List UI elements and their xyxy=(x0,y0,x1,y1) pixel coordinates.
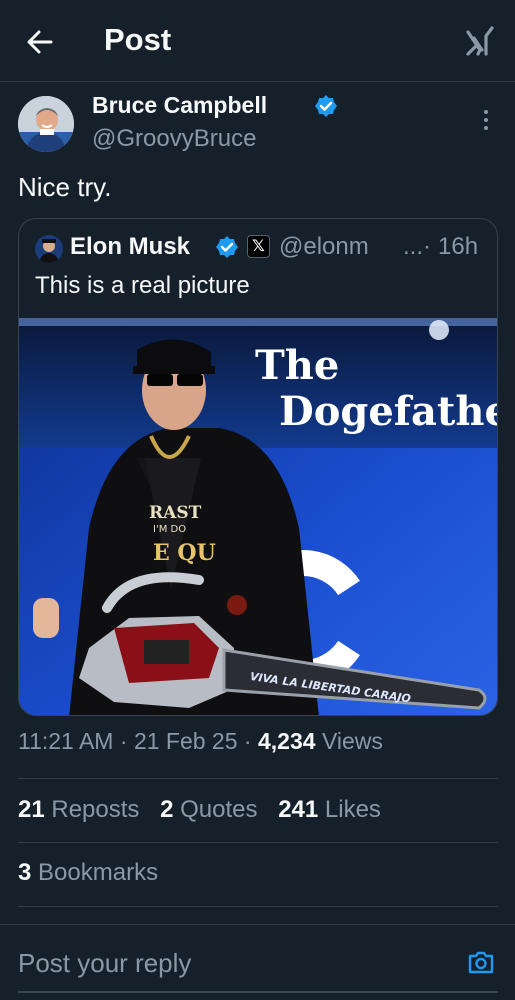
reply-input[interactable] xyxy=(18,943,438,983)
quotes-stat[interactable]: 2 Quotes xyxy=(160,796,257,824)
divider xyxy=(18,906,498,907)
likes-count: 241 xyxy=(278,796,319,823)
reposts-count: 21 xyxy=(18,796,45,823)
bookmarks-label: Bookmarks xyxy=(38,859,159,886)
bookmarks-count: 3 xyxy=(18,859,32,886)
author-name[interactable]: Bruce Campbell xyxy=(92,92,267,119)
post-meta: 11:21 AM · 21 Feb 25 · 4,234 Views xyxy=(18,728,383,755)
author-avatar[interactable] xyxy=(18,96,74,152)
image-title-line-2: Dogefather xyxy=(279,388,497,435)
more-options-icon[interactable] xyxy=(474,106,498,134)
quoted-post[interactable]: Elon Musk 𝕏 @elonm ... · 16h This is a r… xyxy=(18,218,498,716)
reply-underline xyxy=(18,991,498,993)
image-shirt-text-1: RAST xyxy=(149,503,202,523)
quote-handle-ellipsis: ... xyxy=(403,233,424,260)
post-time: 11:21 AM xyxy=(18,728,114,754)
post-text: Nice try. xyxy=(18,172,112,202)
likes-stat[interactable]: 241 Likes xyxy=(278,796,381,824)
camera-icon[interactable] xyxy=(466,947,496,977)
top-bar: Post xyxy=(0,0,515,82)
quote-author-handle: @elonm xyxy=(279,233,369,260)
divider xyxy=(18,778,498,779)
quotes-label: Quotes xyxy=(180,796,258,823)
meta-separator: · xyxy=(243,728,258,754)
reposts-stat[interactable]: 21 Reposts xyxy=(18,796,139,824)
divider xyxy=(18,842,498,843)
quote-verified-badge-icon xyxy=(215,235,239,259)
image-shirt-text-3: E QU xyxy=(153,540,216,566)
bookmarks-stat[interactable]: 3 Bookmarks xyxy=(18,859,158,887)
views-count: 4,234 xyxy=(257,728,316,754)
engagement-stats: 21 Reposts 2 Quotes 241 Likes xyxy=(18,796,395,824)
likes-label: Likes xyxy=(324,796,381,823)
post-date: 21 Feb 25 xyxy=(133,728,238,754)
quote-author-name: Elon Musk xyxy=(70,233,191,260)
image-shirt-text-2: I'M DO xyxy=(153,524,187,535)
reposts-label: Reposts xyxy=(51,796,140,823)
back-arrow-icon[interactable] xyxy=(22,24,58,60)
verified-badge-icon xyxy=(314,94,338,118)
quote-author-avatar xyxy=(35,235,63,263)
quote-image[interactable]: The Dogefather RAST I'M DO E QU VIVA LA … xyxy=(19,318,497,715)
reply-composer xyxy=(0,924,515,1000)
quote-separator-dot: · xyxy=(423,233,431,260)
post-author: Bruce Campbell @GroovyBruce xyxy=(18,92,498,160)
quotes-count: 2 xyxy=(160,796,174,823)
x-affiliate-badge-icon: 𝕏 xyxy=(247,235,270,258)
page-title: Post xyxy=(104,22,172,57)
quote-timestamp: 16h xyxy=(438,233,479,260)
quote-text: This is a real picture xyxy=(35,272,250,299)
author-handle[interactable]: @GroovyBruce xyxy=(92,125,256,153)
meta-separator: · xyxy=(119,728,134,754)
image-title-line-1: The xyxy=(255,342,340,389)
views-label: Views xyxy=(321,728,383,754)
grok-icon[interactable] xyxy=(462,24,498,60)
